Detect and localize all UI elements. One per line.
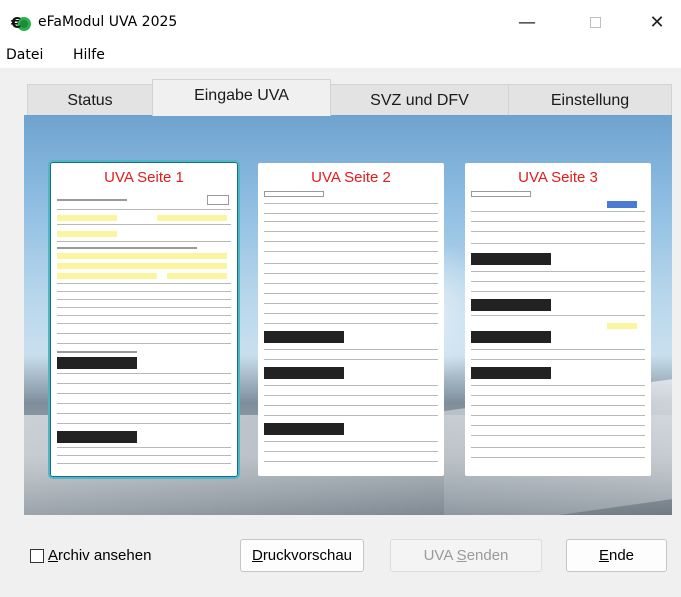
send-label-prefix: UVA	[423, 547, 457, 564]
end-label: nde	[608, 547, 635, 564]
maximize-button[interactable]	[580, 10, 610, 36]
euro-app-icon: €	[10, 14, 31, 32]
page-title: UVA Seite 1	[104, 169, 184, 186]
preview-label: ruckvorschau	[262, 547, 353, 564]
uva-page-3[interactable]: UVA Seite 3	[465, 163, 651, 476]
tab-status[interactable]: Status	[27, 84, 153, 116]
tab-einstellung[interactable]: Einstellung	[508, 84, 672, 116]
menu-bar: Datei Hilfe	[0, 44, 681, 68]
form-thumbnail	[471, 191, 645, 470]
page-title: UVA Seite 2	[311, 169, 391, 186]
uva-page-1[interactable]: UVA Seite 1	[48, 160, 240, 479]
tab-content-panel: UVA Seite 1 UVA Seite 2 UVA Seite 3	[24, 115, 672, 515]
window-title: eFaModul UVA 2025	[38, 14, 178, 30]
preview-mnemonic: D	[251, 547, 263, 564]
tab-eingabe-uva[interactable]: Eingabe UVA	[152, 79, 331, 116]
menu-hilfe[interactable]: Hilfe	[73, 47, 105, 63]
app-window: € eFaModul UVA 2025 — ✕ Datei Hilfe Stat…	[0, 0, 681, 597]
druckvorschau-button[interactable]: Druckvorschau	[240, 539, 364, 572]
page-title: UVA Seite 3	[518, 169, 598, 186]
maximize-icon	[589, 17, 601, 28]
tab-bar: Status Eingabe UVA SVZ und DFV Einstellu…	[24, 79, 672, 116]
send-label: enden	[466, 547, 509, 564]
archive-label-text: rchiv ansehen	[58, 547, 152, 564]
svg-text:€: €	[10, 14, 21, 32]
uva-page-2[interactable]: UVA Seite 2	[258, 163, 444, 476]
form-thumbnail	[264, 191, 438, 470]
send-mnemonic: S	[456, 547, 467, 564]
archive-label-mnemonic: A	[48, 547, 59, 564]
minimize-button[interactable]: —	[512, 10, 542, 36]
checkbox-box[interactable]	[30, 549, 44, 563]
form-thumbnail	[57, 191, 231, 470]
uva-senden-button[interactable]: UVA Senden	[390, 539, 542, 572]
menu-datei[interactable]: Datei	[6, 47, 43, 63]
ende-button[interactable]: Ende	[566, 539, 667, 572]
close-button[interactable]: ✕	[642, 10, 672, 36]
archive-label: Archiv ansehen	[48, 547, 151, 564]
tab-svz-und-dfv[interactable]: SVZ und DFV	[330, 84, 509, 116]
title-bar: € eFaModul UVA 2025 — ✕	[0, 0, 681, 44]
end-mnemonic: E	[598, 547, 609, 564]
